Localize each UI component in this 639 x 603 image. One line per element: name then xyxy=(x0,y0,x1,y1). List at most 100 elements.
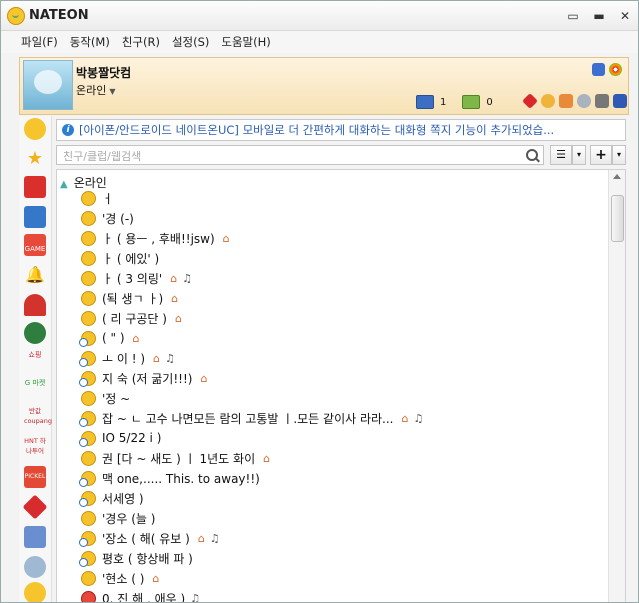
list-item[interactable]: 맥 one,..... This. to away!!) xyxy=(79,468,260,488)
list-item[interactable]: ( 리 구공단 ) ⌂ xyxy=(81,308,182,328)
menu-settings[interactable]: 설정(S) xyxy=(172,34,209,50)
yellow-face-icon[interactable] xyxy=(24,582,46,602)
minihompy-icon[interactable]: ⌂ xyxy=(170,272,177,285)
friend-name: 지 숙 (저 굶기!!!) xyxy=(102,371,193,386)
menu-file[interactable]: 파일(F) xyxy=(21,34,58,50)
music-icon[interactable]: ♫ xyxy=(413,412,423,425)
minihompy-icon[interactable]: ⌂ xyxy=(200,372,207,385)
settings-gear-icon[interactable] xyxy=(577,94,591,108)
coupang-icon[interactable]: 반값 coupang xyxy=(24,406,52,428)
music-icon[interactable] xyxy=(595,94,609,108)
memo-icon[interactable] xyxy=(462,95,481,109)
online-status-icon xyxy=(81,290,96,306)
game-icon[interactable]: GAME xyxy=(24,234,46,256)
minihompy-icon[interactable]: ⌂ xyxy=(171,292,178,305)
menu-bar: 파일(F) 동작(M) 친구(R) 설정(S) 도움말(H) xyxy=(1,31,638,53)
messenger-window: NATEON ▭ ▬ ✕ 파일(F) 동작(M) 친구(R) 설정(S) 도움말… xyxy=(0,0,639,603)
title-bar[interactable]: NATEON ▭ ▬ ✕ xyxy=(1,1,638,31)
profile-settings-icon[interactable] xyxy=(592,63,605,76)
friend-name: '장소 ( 해( 유보 ) xyxy=(102,531,190,546)
list-item[interactable]: ㅏ ( 3 의링' ⌂ ♫ xyxy=(81,268,192,288)
profile-name[interactable]: 박봉짤닷컴 xyxy=(76,64,131,81)
g-market-icon[interactable]: G 마켓 xyxy=(24,378,46,400)
scroll-thumb[interactable] xyxy=(611,195,624,242)
hanatour-icon[interactable]: HNT 하나투어 xyxy=(24,436,46,458)
list-item[interactable]: 잡 ~ ㄴ 고수 나면모든 람의 고통발 ㅣ.모든 같이사 라라... ⌂ ♫ xyxy=(79,408,423,428)
list-item[interactable]: ㅏ ( 에있' ) xyxy=(81,248,159,268)
list-view-button[interactable]: ☰ xyxy=(550,145,572,165)
emoticon-icon[interactable] xyxy=(541,94,555,108)
menu-help[interactable]: 도움말(H) xyxy=(221,34,270,50)
list-item[interactable]: '정 ~ xyxy=(81,388,130,408)
contacts-icon[interactable] xyxy=(24,176,46,198)
list-item[interactable]: ㅓ xyxy=(81,188,113,208)
music-icon[interactable]: ♫ xyxy=(210,532,220,545)
shopping-icon[interactable]: 쇼핑 xyxy=(24,350,46,372)
list-item[interactable]: ㅏ ( 용ㅡ , 후배!!jsw) ⌂ xyxy=(81,228,230,248)
minihompy-icon[interactable]: ⌂ xyxy=(223,232,230,245)
list-item[interactable]: 서세영 ) xyxy=(79,488,144,508)
mobile-status-icon xyxy=(79,550,96,567)
menu-action[interactable]: 동작(M) xyxy=(70,34,110,50)
restore-button[interactable]: ▭ xyxy=(566,9,580,23)
star-icon[interactable]: ★ xyxy=(24,148,46,170)
memo-count: 0 xyxy=(486,96,493,108)
ruby-icon[interactable] xyxy=(22,494,48,520)
list-item[interactable]: ㅗ 이 ! ) ⌂ ♫ xyxy=(79,348,175,368)
friend-name: '경 (-) xyxy=(102,211,134,226)
mail-icon[interactable] xyxy=(416,95,434,109)
minihompy-icon[interactable]: ⌂ xyxy=(263,452,270,465)
minihompy-icon[interactable]: ⌂ xyxy=(175,312,182,325)
scroll-up-icon[interactable] xyxy=(613,174,621,179)
search-icon[interactable] xyxy=(526,149,538,161)
list-item[interactable]: '경우 (늘 ) xyxy=(81,508,155,528)
list-item[interactable]: 0. 진 해 , 애우 ) ♫ xyxy=(81,588,200,603)
list-item[interactable]: (됙 생ㄱ ㅏ) ⌂ xyxy=(81,288,178,308)
mail-icon[interactable] xyxy=(24,526,46,548)
list-view-dropdown[interactable]: ▾ xyxy=(572,145,586,165)
friend-name: ㅏ ( 에있' ) xyxy=(102,251,160,266)
notice-banner[interactable]: i [아이폰/안드로이드 네이트온UC] 모바일로 더 간편하게 대화하는 대화… xyxy=(56,119,626,141)
home-icon[interactable] xyxy=(559,94,573,108)
cloud-icon[interactable] xyxy=(24,556,46,578)
notice-text[interactable]: [아이폰/안드로이드 네이트온UC] 모바일로 더 간편하게 대화하는 대화형 … xyxy=(79,122,554,138)
list-item[interactable]: ( " ) ⌂ xyxy=(79,328,140,348)
add-friend-dropdown[interactable]: ▾ xyxy=(612,145,626,165)
bell-icon[interactable]: 🔔 xyxy=(24,264,46,286)
color-theme-icon[interactable] xyxy=(609,63,622,76)
status-selector[interactable]: 온라인 ▼ xyxy=(76,82,116,98)
music-icon[interactable]: ♫ xyxy=(190,592,200,603)
list-item[interactable]: IO 5/22 i ) xyxy=(79,428,161,448)
friend-face-icon[interactable] xyxy=(24,322,46,344)
list-item[interactable]: 지 숙 (저 굶기!!!) ⌂ xyxy=(79,368,207,388)
menu-friends[interactable]: 친구(R) xyxy=(122,34,160,50)
chevron-down-icon: ▼ xyxy=(109,87,116,96)
list-item[interactable]: '현소 ( ) ⌂ xyxy=(81,568,159,588)
avatar[interactable] xyxy=(23,60,73,110)
smile-status-icon[interactable] xyxy=(24,118,46,140)
music-icon[interactable]: ♫ xyxy=(165,352,175,365)
ruby-icon[interactable] xyxy=(522,93,538,109)
scrollbar[interactable] xyxy=(608,170,625,602)
friend-name: '정 ~ xyxy=(102,391,131,406)
picker-icon[interactable]: PICKEL xyxy=(24,466,46,488)
search-input[interactable] xyxy=(61,147,515,165)
mobile-status-icon xyxy=(79,470,96,487)
list-item[interactable]: '장소 ( 해( 유보 ) ⌂ ♫ xyxy=(79,528,220,548)
list-item[interactable]: 평호 ( 항상배 파 ) xyxy=(79,548,193,568)
list-item[interactable]: '경 (-) xyxy=(81,208,134,228)
add-friend-button[interactable]: + xyxy=(590,145,612,165)
phone-icon[interactable] xyxy=(24,206,46,228)
siren-icon[interactable] xyxy=(24,294,46,316)
music-icon[interactable]: ♫ xyxy=(182,272,192,285)
online-status-icon xyxy=(81,450,96,466)
minihompy-icon[interactable]: ⌂ xyxy=(401,412,408,425)
minihompy-icon[interactable]: ⌂ xyxy=(152,572,159,585)
close-button[interactable]: ✕ xyxy=(618,9,632,23)
minihompy-icon[interactable]: ⌂ xyxy=(133,332,140,345)
list-item[interactable]: 권 [다 ~ 새도 ) ㅣ 1년도 화이 ⌂ xyxy=(81,448,270,468)
minihompy-icon[interactable]: ⌂ xyxy=(153,352,160,365)
minihompy-icon[interactable]: ⌂ xyxy=(198,532,205,545)
save-icon[interactable] xyxy=(613,94,627,108)
minimize-button[interactable]: ▬ xyxy=(592,9,606,23)
